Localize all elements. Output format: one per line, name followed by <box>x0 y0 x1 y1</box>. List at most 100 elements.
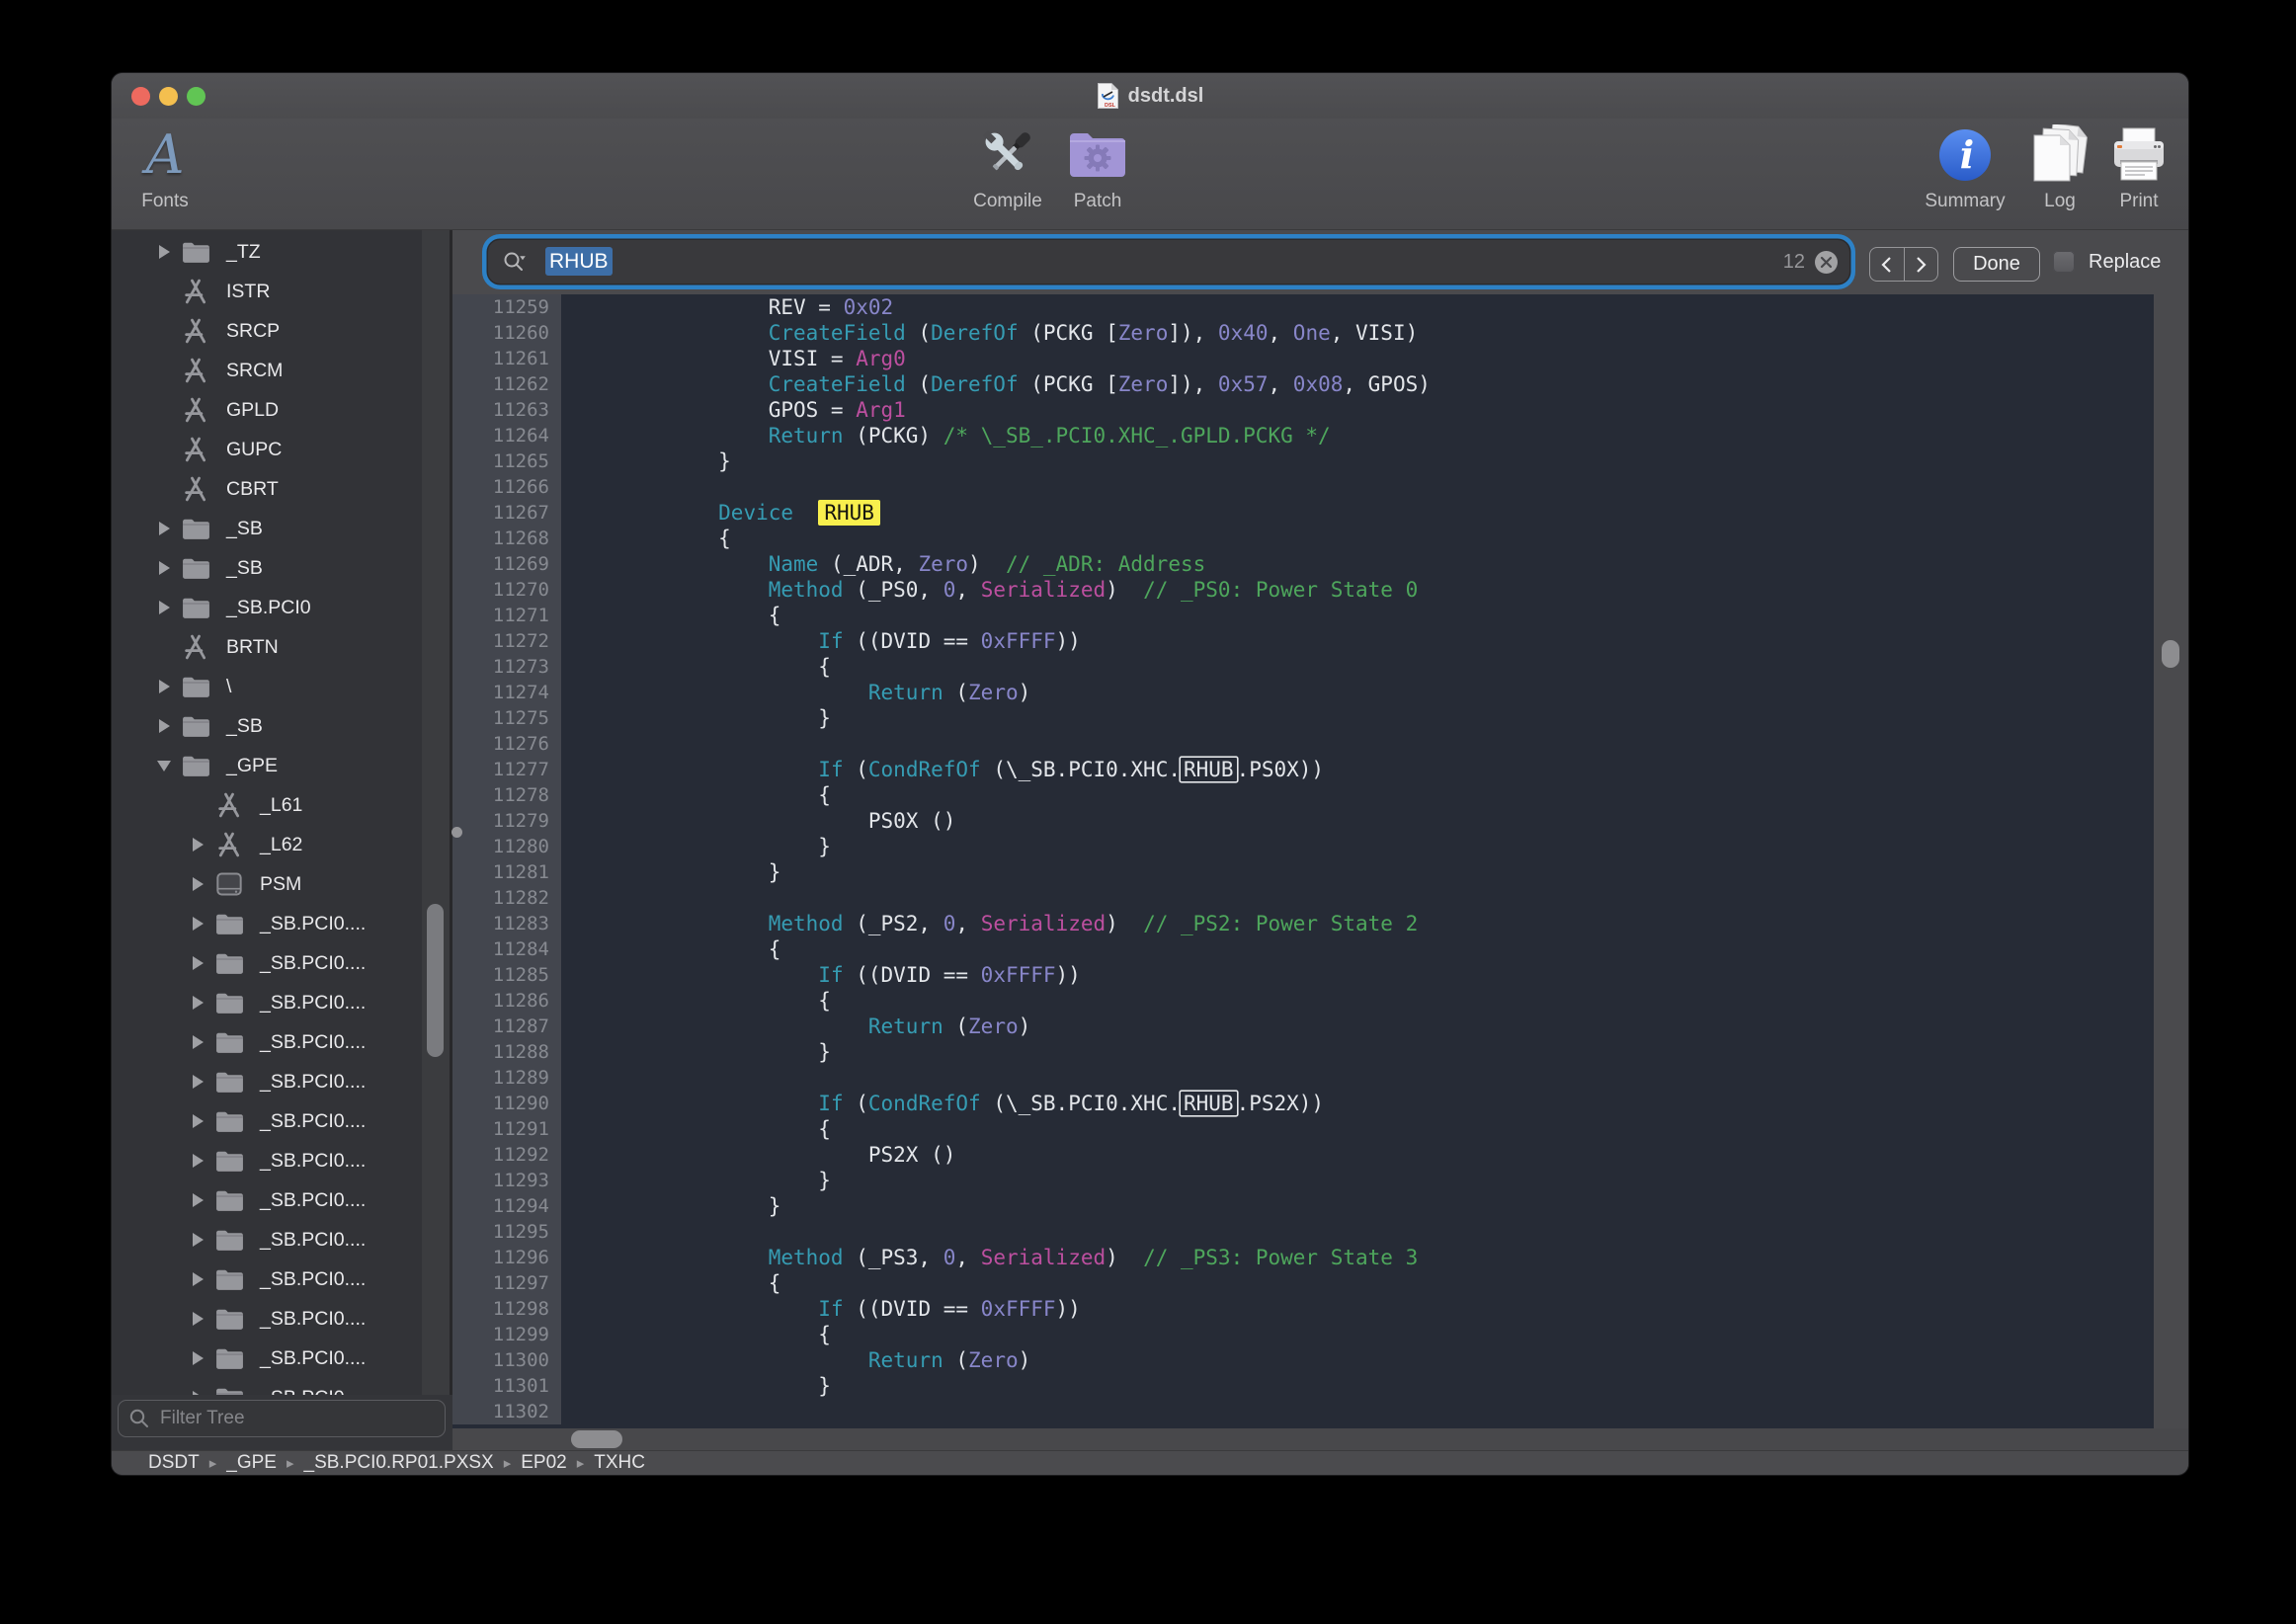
replace-checkbox[interactable] <box>2053 251 2075 273</box>
code-line-content: If ((DVID == 0xFFFF)) <box>561 962 1081 988</box>
editor-horizontal-scrollbar-thumb[interactable] <box>571 1430 622 1448</box>
sidebar-item-cbrt[interactable]: CBRT <box>112 469 422 509</box>
code-editor[interactable]: 11259 REV = 0x0211260 CreateField (Deref… <box>452 294 2154 1428</box>
zoom-button[interactable] <box>187 87 205 106</box>
filter-tree-input[interactable] <box>158 1407 409 1430</box>
sidebar-item-_sb-pci0-[interactable]: _SB.PCI0.... <box>112 1022 422 1062</box>
line-number: 11266 <box>452 474 561 500</box>
sidebar-item--[interactable]: \ <box>112 667 422 706</box>
sidebar-item-istr[interactable]: ISTR <box>112 272 422 311</box>
sidebar-item-_sb-pci0-[interactable]: _SB.PCI0.... <box>112 904 422 943</box>
code-line: 11302 <box>452 1399 2154 1424</box>
sidebar-item-_sb-pci0-[interactable]: _SB.PCI0.... <box>112 1062 422 1101</box>
sidebar-item-_sb-pci0[interactable]: _SB.PCI0 <box>112 1378 422 1395</box>
sidebar-item-_l61[interactable]: _L61 <box>112 785 422 825</box>
sidebar-item-gpld[interactable]: GPLD <box>112 390 422 430</box>
dsl-document-icon: DSL <box>1097 82 1119 110</box>
disclosure-triangle[interactable] <box>185 917 210 931</box>
purple-folder-gear-icon <box>1040 122 1155 188</box>
sidebar-item-_sb-pci0-[interactable]: _SB.PCI0.... <box>112 983 422 1022</box>
disclosure-triangle[interactable] <box>185 956 210 970</box>
line-number: 11298 <box>452 1296 561 1322</box>
log-button[interactable]: Log <box>2019 122 2100 212</box>
disclosure-triangle[interactable] <box>151 601 177 614</box>
disclosure-triangle[interactable] <box>151 561 177 575</box>
breadcrumb-item-ep02[interactable]: EP02 <box>521 1452 566 1474</box>
sidebar-item-_tz[interactable]: _TZ <box>112 232 422 272</box>
sidebar-item-_sb-pci0-[interactable]: _SB.PCI0.... <box>112 1141 422 1180</box>
sidebar-item-psm[interactable]: PSM <box>112 864 422 904</box>
disclosure-triangle[interactable] <box>185 1233 210 1247</box>
pane-divider-handle[interactable] <box>451 827 462 838</box>
search-icon[interactable] <box>502 250 535 274</box>
disclosure-triangle[interactable] <box>185 1272 210 1286</box>
sidebar-item-label: _SB.PCI0.... <box>260 1268 366 1291</box>
filter-tree-field[interactable] <box>118 1400 446 1437</box>
sidebar-item-srcm[interactable]: SRCM <box>112 351 422 390</box>
navigator-tree[interactable]: _TZISTRSRCPSRCMGPLDGUPCCBRT_SB_SB_SB.PCI… <box>112 230 422 1395</box>
find-input[interactable]: RHUB 12 <box>488 240 1849 284</box>
fonts-button[interactable]: A Fonts <box>120 122 210 212</box>
disclosure-triangle[interactable] <box>185 1154 210 1168</box>
disclosure-triangle[interactable] <box>151 522 177 535</box>
disclosure-triangle[interactable] <box>185 1114 210 1128</box>
disclosure-triangle[interactable] <box>185 1312 210 1326</box>
disclosure-triangle[interactable] <box>185 877 210 891</box>
sidebar-item-brtn[interactable]: BRTN <box>112 627 422 667</box>
disclosure-triangle[interactable] <box>185 1193 210 1207</box>
disclosure-triangle[interactable] <box>151 245 177 259</box>
code-line: 11267 Device RHUB <box>452 500 2154 526</box>
folder-icon <box>210 1345 248 1371</box>
sidebar-item-_sb-pci0-[interactable]: _SB.PCI0.... <box>112 1101 422 1141</box>
sidebar-item-_sb-pci0-[interactable]: _SB.PCI0.... <box>112 1339 422 1378</box>
sidebar-item-_sb[interactable]: _SB <box>112 706 422 746</box>
disclosure-triangle[interactable] <box>185 1075 210 1089</box>
folder-icon <box>210 1227 248 1253</box>
breadcrumb-item-dsdt[interactable]: DSDT <box>148 1452 200 1474</box>
sidebar-item-gupc[interactable]: GUPC <box>112 430 422 469</box>
disclosure-triangle[interactable] <box>151 719 177 733</box>
sidebar-item-_sb-pci0-[interactable]: _SB.PCI0.... <box>112 1299 422 1339</box>
editor-vertical-scrollbar-thumb[interactable] <box>2162 640 2179 668</box>
patch-button[interactable]: Patch <box>1040 122 1155 212</box>
sidebar-item-_sb-pci0-[interactable]: _SB.PCI0.... <box>112 943 422 983</box>
disclosure-triangle[interactable] <box>185 996 210 1010</box>
sidebar-scrollbar-thumb[interactable] <box>427 904 444 1057</box>
summary-button[interactable]: i Summary <box>1905 122 2025 212</box>
toolbar: A Fonts <box>112 119 2188 230</box>
folder-icon <box>210 1187 248 1213</box>
next-match-button[interactable] <box>1904 248 1938 281</box>
close-button[interactable] <box>131 87 150 106</box>
disclosure-triangle[interactable] <box>151 761 177 771</box>
code-line-content <box>561 474 618 500</box>
breadcrumb-item-_sb-pci0-rp01-pxsx[interactable]: _SB.PCI0.RP01.PXSX <box>304 1452 494 1474</box>
breadcrumb-item-txhc[interactable]: TXHC <box>594 1452 645 1474</box>
breadcrumb-item-_gpe[interactable]: _GPE <box>226 1452 277 1474</box>
previous-match-button[interactable] <box>1870 248 1904 281</box>
disclosure-triangle[interactable] <box>185 1035 210 1049</box>
clear-search-button[interactable] <box>1815 251 1838 274</box>
code-line-content: Name (_ADR, Zero) // _ADR: Address <box>561 551 1205 577</box>
sidebar-item-_l62[interactable]: _L62 <box>112 825 422 864</box>
code-line-content: { <box>561 654 831 680</box>
sidebar-item-_sb-pci0-[interactable]: _SB.PCI0.... <box>112 1259 422 1299</box>
method-icon <box>177 475 214 503</box>
disclosure-triangle[interactable] <box>185 838 210 852</box>
sidebar-item-_sb[interactable]: _SB <box>112 548 422 588</box>
sidebar-item-label: _SB <box>226 715 263 738</box>
sidebar-item-_gpe[interactable]: _GPE <box>112 746 422 785</box>
disclosure-triangle[interactable] <box>185 1351 210 1365</box>
code-line: 11262 CreateField (DerefOf (PCKG [Zero])… <box>452 371 2154 397</box>
sidebar-item-_sb-pci0[interactable]: _SB.PCI0 <box>112 588 422 627</box>
sidebar-item-_sb-pci0-[interactable]: _SB.PCI0.... <box>112 1180 422 1220</box>
done-button[interactable]: Done <box>1953 247 2040 282</box>
sidebar-item-srcp[interactable]: SRCP <box>112 311 422 351</box>
sidebar-item-_sb-pci0-[interactable]: _SB.PCI0.... <box>112 1220 422 1259</box>
sidebar-item-_sb[interactable]: _SB <box>112 509 422 548</box>
line-number: 11295 <box>452 1219 561 1245</box>
minimize-button[interactable] <box>159 87 178 106</box>
method-icon <box>210 831 248 858</box>
print-button[interactable]: Print <box>2093 122 2184 212</box>
method-icon <box>177 396 214 424</box>
disclosure-triangle[interactable] <box>151 680 177 693</box>
